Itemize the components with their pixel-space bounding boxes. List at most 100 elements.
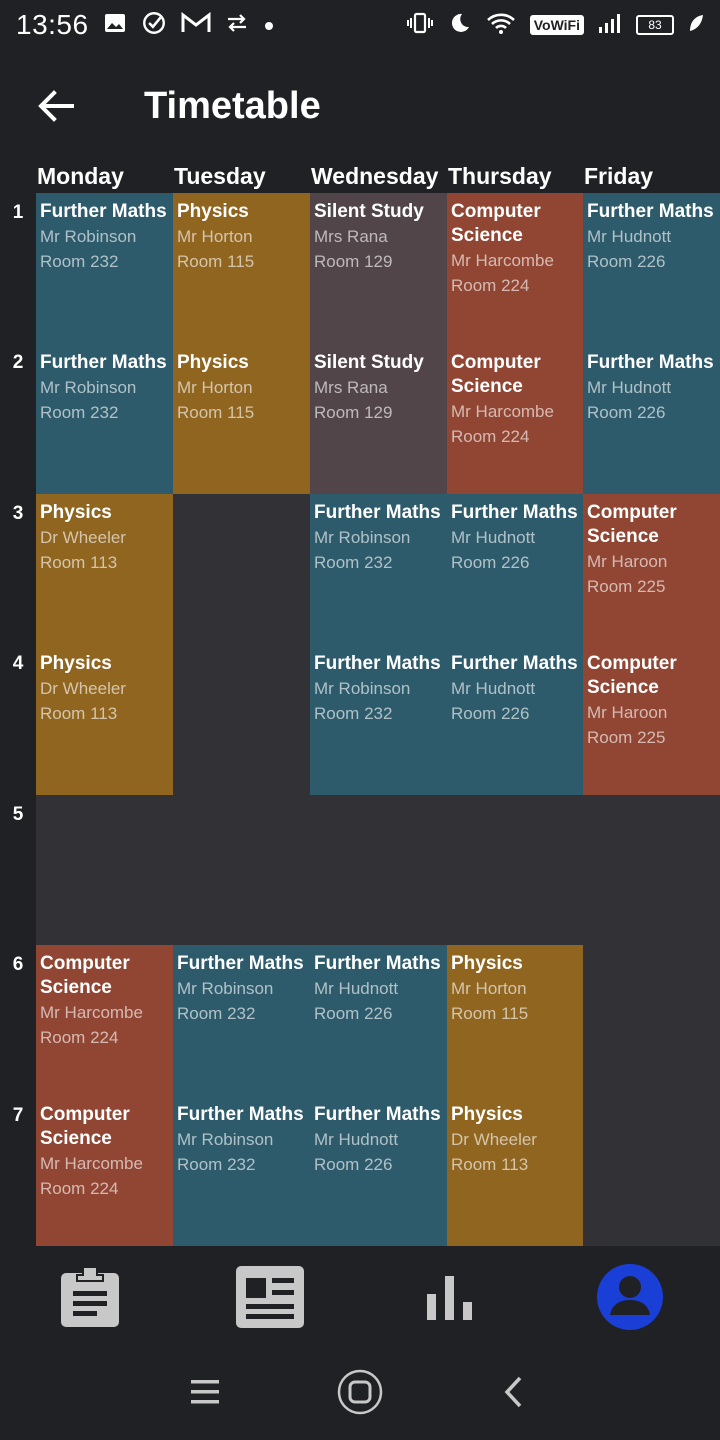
lesson-cell[interactable]: Further Maths Mr Hudnott Room 226 [583,344,720,494]
lesson-cell[interactable]: Further Maths Mr Robinson Room 232 [36,344,173,494]
lesson-cell[interactable]: Computer Science Mr Harcombe Room 224 [36,1096,173,1246]
lesson-cell[interactable]: Further Maths Mr Robinson Room 232 [36,193,173,344]
lesson-teacher: Mr Horton [177,227,253,246]
bottom-nav [0,1246,720,1350]
news-icon[interactable] [235,1264,305,1330]
lesson-teacher: Mr Harcombe [451,251,554,270]
lesson-cell[interactable]: Physics Dr Wheeler Room 113 [36,494,173,645]
lesson-room: Room 224 [40,1028,119,1047]
lesson-room: Room 226 [451,553,530,572]
lesson-cell[interactable]: Further Maths Mr Robinson Room 232 [173,945,310,1096]
lesson-teacher: Mr Hudnott [314,1130,399,1149]
lesson-room: Room 226 [314,1004,393,1023]
status-time: 13:56 [16,9,89,40]
lesson-cell[interactable]: Computer Science Mr Haroon Room 225 [583,494,720,645]
lesson-subject: Physics [177,352,249,373]
lesson-cell[interactable]: Computer Science Mr Harcombe Room 224 [36,945,173,1096]
lesson-cell[interactable]: Further Maths Mr Robinson Room 232 [310,494,447,645]
lesson-subject: Further Maths [587,352,714,373]
lesson-cell[interactable]: Further Maths Mr Hudnott Room 226 [310,1096,447,1246]
lesson-room: Room 225 [587,728,666,747]
lesson-room: Room 232 [314,704,393,723]
wifi-icon [486,11,516,40]
lesson-cell[interactable]: Physics Mr Horton Room 115 [173,193,310,344]
lesson-room: Room 129 [314,252,393,271]
lesson-room: Room 129 [314,403,393,422]
lesson-teacher: Mr Haroon [587,552,668,571]
lesson-subject: Computer Science [587,653,677,698]
recents-icon[interactable] [180,1370,230,1414]
lesson-subject: Further Maths [314,502,441,523]
lesson-teacher: Mr Robinson [40,378,137,397]
lesson-subject: Further Maths [451,502,578,523]
lesson-cell[interactable]: Physics Dr Wheeler Room 113 [447,1096,583,1246]
lesson-teacher: Mr Hudnott [451,528,536,547]
lesson-subject: Silent Study [314,201,424,222]
lesson-room: Room 115 [177,252,255,271]
period-label: 4 [12,653,24,674]
lesson-subject: Physics [40,502,112,523]
lesson-room: Room 115 [451,1004,529,1023]
lesson-room: Room 232 [177,1155,256,1174]
lesson-cell[interactable]: Further Maths Mr Hudnott Room 226 [583,193,720,344]
period-label: 6 [12,954,24,975]
lesson-cell[interactable]: Further Maths Mr Robinson Room 232 [310,645,447,795]
lesson-room: Room 115 [177,403,255,422]
lesson-teacher: Mr Horton [451,979,527,998]
day-header-tuesday: Tuesday [174,163,266,189]
profile-icon[interactable] [595,1264,665,1330]
lesson-room: Room 224 [451,427,530,446]
bar-chart-icon[interactable] [415,1264,485,1330]
lesson-room: Room 113 [40,553,118,572]
lesson-subject: Computer Science [451,352,541,397]
moon-icon [448,11,472,40]
vowifi-badge: VoWiFi [529,15,584,35]
back-icon[interactable] [488,1370,538,1414]
lesson-subject: Computer Science [451,201,541,246]
lesson-cell[interactable]: Computer Science Mr Harcombe Room 224 [447,193,583,344]
dot-icon [263,13,275,37]
home-icon[interactable] [335,1369,385,1415]
lesson-teacher: Mr Hudnott [587,227,672,246]
back-arrow-icon[interactable] [26,76,86,136]
lesson-teacher: Mr Harcombe [40,1003,143,1022]
lesson-cell[interactable]: Silent Study Mrs Rana Room 129 [310,344,447,494]
gmail-icon [181,11,211,39]
page-title: Timetable [144,84,321,127]
lesson-teacher: Dr Wheeler [40,528,126,547]
clipboard-icon[interactable] [55,1264,125,1330]
lesson-teacher: Dr Wheeler [40,679,126,698]
lesson-cell[interactable]: Computer Science Mr Harcombe Room 224 [447,344,583,494]
lesson-cell[interactable]: Silent Study Mrs Rana Room 129 [310,193,447,344]
lesson-cell[interactable]: Further Maths Mr Robinson Room 232 [173,1096,310,1246]
lesson-cell[interactable]: Physics Dr Wheeler Room 113 [36,645,173,795]
lesson-cell[interactable]: Further Maths Mr Hudnott Room 226 [447,494,583,645]
lesson-subject: Further Maths [314,653,441,674]
lesson-teacher: Mr Hudnott [451,679,536,698]
vibrate-icon [406,11,434,40]
lesson-room: Room 226 [451,704,530,723]
lesson-cell[interactable]: Physics Mr Horton Room 115 [447,945,583,1096]
lesson-teacher: Mrs Rana [314,378,388,397]
lesson-cell[interactable]: Further Maths Mr Hudnott Room 226 [447,645,583,795]
signal-icon [598,12,622,39]
lesson-subject: Computer Science [40,1104,130,1149]
lesson-subject: Further Maths [40,352,167,373]
lesson-subject: Further Maths [177,953,304,974]
lesson-cell[interactable]: Computer Science Mr Haroon Room 225 [583,645,720,795]
lesson-cell[interactable]: Physics Mr Horton Room 115 [173,344,310,494]
period-label: 5 [12,804,24,825]
day-header-monday: Monday [37,163,124,189]
lesson-cell[interactable]: Further Maths Mr Hudnott Room 226 [310,945,447,1096]
lesson-subject: Further Maths [40,201,167,222]
lesson-subject: Computer Science [587,502,677,547]
lesson-room: Room 224 [40,1179,119,1198]
lesson-room: Room 226 [587,403,666,422]
lesson-teacher: Mrs Rana [314,227,388,246]
lesson-room: Room 113 [40,704,118,723]
app-header: Timetable [0,60,720,152]
lesson-subject: Further Maths [314,1104,441,1125]
lesson-room: Room 226 [587,252,666,271]
status-bar: 13:56 VoWiFi 83 [0,0,720,50]
lesson-teacher: Mr Robinson [177,979,274,998]
